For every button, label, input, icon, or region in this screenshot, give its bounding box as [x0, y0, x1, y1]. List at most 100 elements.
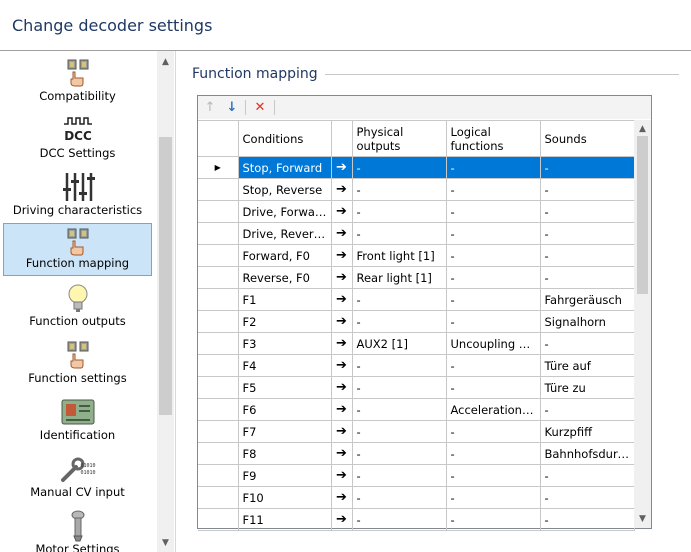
- row-header-cell[interactable]: [198, 288, 239, 311]
- mapping-arrow-icon[interactable]: ➔: [330, 266, 353, 289]
- logical-function-cell[interactable]: Acceleration, ...: [445, 398, 541, 421]
- condition-cell[interactable]: F4: [237, 354, 332, 377]
- table-row[interactable]: F4 ➔ - - Türe auf: [198, 354, 635, 377]
- condition-cell[interactable]: F10: [237, 486, 332, 509]
- row-header-cell[interactable]: [198, 464, 239, 487]
- condition-cell[interactable]: F3: [237, 332, 332, 355]
- sound-cell[interactable]: -: [539, 200, 635, 223]
- logical-function-cell[interactable]: -: [445, 222, 541, 245]
- grid-scroll-thumb[interactable]: [637, 136, 648, 294]
- move-down-icon[interactable]: ↓: [223, 98, 241, 116]
- nav-scroll-thumb[interactable]: [159, 137, 172, 415]
- logical-function-cell[interactable]: Uncoupling c...: [445, 332, 541, 355]
- mapping-arrow-icon[interactable]: ➔: [330, 442, 353, 465]
- mapping-arrow-icon[interactable]: ➔: [330, 398, 353, 421]
- table-row[interactable]: Forward, F0 ➔ Front light [1] - -: [198, 244, 635, 267]
- physical-output-cell[interactable]: -: [351, 288, 447, 311]
- physical-output-cell[interactable]: -: [351, 398, 447, 421]
- sound-cell[interactable]: -: [539, 244, 635, 267]
- nav-item-identification[interactable]: Identification: [3, 394, 152, 447]
- condition-cell[interactable]: F7: [237, 420, 332, 443]
- row-header-cell[interactable]: [198, 508, 239, 531]
- nav-item-function-settings[interactable]: Function settings: [3, 337, 152, 390]
- table-row[interactable]: F6 ➔ - Acceleration, ... -: [198, 398, 635, 421]
- sound-cell[interactable]: Fahrgeräusch: [539, 288, 635, 311]
- logical-function-cell[interactable]: -: [445, 244, 541, 267]
- physical-output-cell[interactable]: Front light [1]: [351, 244, 447, 267]
- mapping-arrow-icon[interactable]: ➔: [330, 222, 353, 245]
- logical-function-cell[interactable]: -: [445, 156, 541, 179]
- sound-cell[interactable]: Kurzpfiff: [539, 420, 635, 443]
- mapping-arrow-icon[interactable]: ➔: [330, 200, 353, 223]
- logical-function-cell[interactable]: -: [445, 266, 541, 289]
- nav-item-driving-characteristics[interactable]: Driving characteristics: [3, 169, 152, 222]
- row-header-cell[interactable]: [198, 244, 239, 267]
- mapping-arrow-icon[interactable]: ➔: [330, 178, 353, 201]
- logical-function-cell[interactable]: -: [445, 288, 541, 311]
- condition-cell[interactable]: Forward, F0: [237, 244, 332, 267]
- sound-cell[interactable]: -: [539, 398, 635, 421]
- physical-output-cell[interactable]: -: [351, 508, 447, 531]
- sound-cell[interactable]: Türe auf: [539, 354, 635, 377]
- mapping-arrow-icon[interactable]: ➔: [330, 486, 353, 509]
- row-header-cell[interactable]: [198, 420, 239, 443]
- row-header-cell[interactable]: [198, 354, 239, 377]
- row-header-cell[interactable]: [198, 310, 239, 333]
- table-row[interactable]: ▶ Stop, Forward ➔ - - -: [198, 156, 635, 179]
- physical-output-cell[interactable]: -: [351, 156, 447, 179]
- nav-item-function-mapping[interactable]: Function mapping: [3, 223, 152, 276]
- sound-cell[interactable]: -: [539, 464, 635, 487]
- mapping-arrow-icon[interactable]: ➔: [330, 310, 353, 333]
- condition-cell[interactable]: Drive, Reverse: [237, 222, 332, 245]
- row-header-cell[interactable]: [198, 442, 239, 465]
- physical-output-cell[interactable]: -: [351, 376, 447, 399]
- condition-cell[interactable]: F11: [237, 508, 332, 531]
- table-row[interactable]: F7 ➔ - - Kurzpfiff: [198, 420, 635, 443]
- condition-cell[interactable]: F9: [237, 464, 332, 487]
- sound-cell[interactable]: Signalhorn: [539, 310, 635, 333]
- table-row[interactable]: Drive, Forward... ➔ - - -: [198, 200, 635, 223]
- physical-output-cell[interactable]: -: [351, 222, 447, 245]
- row-header-cell[interactable]: [198, 178, 239, 201]
- physical-output-cell[interactable]: -: [351, 310, 447, 333]
- mapping-arrow-icon[interactable]: ➔: [330, 376, 353, 399]
- column-header-conditions[interactable]: Conditions: [237, 120, 332, 157]
- condition-cell[interactable]: Reverse, F0: [237, 266, 332, 289]
- nav-item-motor-settings[interactable]: Motor Settings: [3, 508, 152, 552]
- row-header-cell[interactable]: [198, 376, 239, 399]
- logical-function-cell[interactable]: -: [445, 442, 541, 465]
- table-row[interactable]: F5 ➔ - - Türe zu: [198, 376, 635, 399]
- nav-item-manual-cv-input[interactable]: 01010 01010 Manual CV input: [3, 451, 152, 504]
- table-row[interactable]: F11 ➔ - - -: [198, 508, 635, 531]
- row-header-cell[interactable]: [198, 332, 239, 355]
- physical-output-cell[interactable]: -: [351, 354, 447, 377]
- column-header-logical-functions[interactable]: Logical functions: [445, 120, 541, 157]
- physical-output-cell[interactable]: -: [351, 464, 447, 487]
- table-row[interactable]: F8 ➔ - - Bahnhofsdurc...: [198, 442, 635, 465]
- delete-icon[interactable]: ✕: [251, 98, 269, 116]
- row-header-cell[interactable]: [198, 266, 239, 289]
- scroll-down-arrow-icon[interactable]: ▼: [157, 536, 174, 550]
- row-header-cell[interactable]: [198, 486, 239, 509]
- scroll-up-arrow-icon[interactable]: ▲: [157, 55, 174, 69]
- row-header-cell[interactable]: ▶: [198, 156, 239, 179]
- physical-output-cell[interactable]: -: [351, 178, 447, 201]
- nav-item-function-outputs[interactable]: Function outputs: [3, 280, 152, 333]
- physical-output-cell[interactable]: -: [351, 420, 447, 443]
- move-up-icon[interactable]: ↑: [201, 98, 219, 116]
- logical-function-cell[interactable]: -: [445, 420, 541, 443]
- logical-function-cell[interactable]: -: [445, 354, 541, 377]
- sound-cell[interactable]: -: [539, 508, 635, 531]
- logical-function-cell[interactable]: -: [445, 508, 541, 531]
- row-header-cell[interactable]: [198, 200, 239, 223]
- condition-cell[interactable]: F6: [237, 398, 332, 421]
- table-row[interactable]: F2 ➔ - - Signalhorn: [198, 310, 635, 333]
- logical-function-cell[interactable]: -: [445, 200, 541, 223]
- sound-cell[interactable]: -: [539, 222, 635, 245]
- condition-cell[interactable]: F5: [237, 376, 332, 399]
- logical-function-cell[interactable]: -: [445, 310, 541, 333]
- mapping-arrow-icon[interactable]: ➔: [330, 354, 353, 377]
- physical-output-cell[interactable]: -: [351, 200, 447, 223]
- table-row[interactable]: F3 ➔ AUX2 [1] Uncoupling c... -: [198, 332, 635, 355]
- mapping-arrow-icon[interactable]: ➔: [330, 244, 353, 267]
